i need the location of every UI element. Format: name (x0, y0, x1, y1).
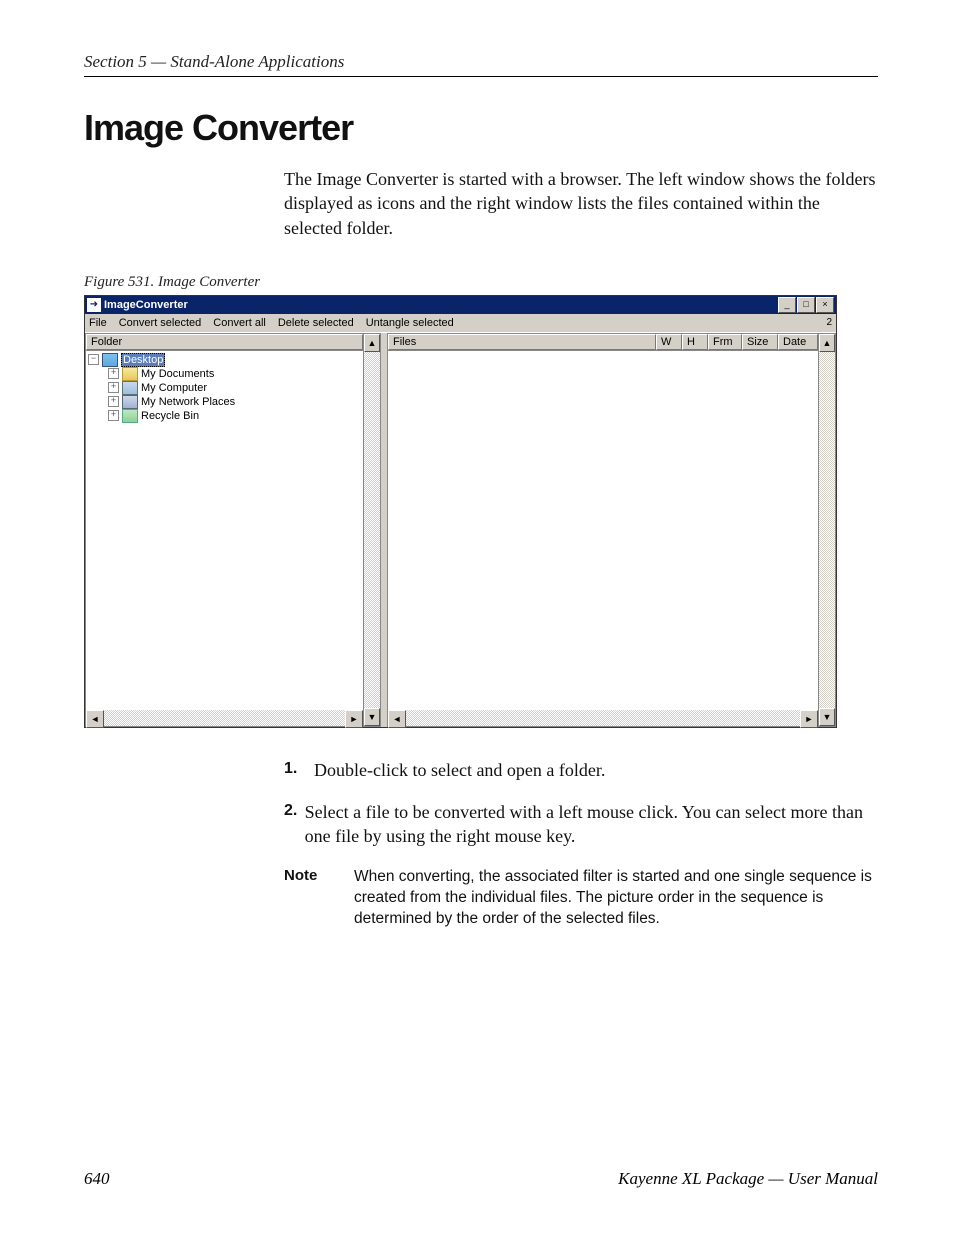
scroll-left-icon[interactable]: ◄ (86, 710, 104, 728)
page-footer: 640 Kayenne XL Package — User Manual (84, 1169, 878, 1189)
note-block: Note When converting, the associated fil… (284, 867, 878, 930)
scroll-track[interactable] (364, 352, 380, 708)
titlebar-title: ImageConverter (104, 299, 778, 311)
tree-label-desktop: Desktop (121, 353, 165, 367)
folder-tree: Desktop My Documents (86, 351, 363, 423)
app-icon: ➜ (87, 298, 101, 312)
tree-node-my-documents[interactable]: My Documents (108, 367, 363, 381)
tree-node-my-computer[interactable]: My Computer (108, 381, 363, 395)
folder-tree-area: Desktop My Documents (86, 351, 363, 710)
tree-node-recycle-bin[interactable]: Recycle Bin (108, 409, 363, 423)
files-pane: Files W H Frm Size Date ◄ ► (387, 333, 836, 727)
step-text: Select a file to be converted with a lef… (305, 800, 878, 849)
folder-pane-header-row: Folder (86, 334, 363, 351)
tree-label: Recycle Bin (141, 410, 199, 422)
tree-label: My Computer (141, 382, 207, 394)
files-column-header-size[interactable]: Size (742, 334, 778, 350)
computer-icon (122, 381, 138, 395)
tree-label: My Documents (141, 368, 214, 380)
step-text: Double-click to select and open a folder… (314, 758, 605, 782)
figure-caption: Figure 531. Image Converter (84, 274, 878, 291)
menubar-corner-indicator: 2 (826, 317, 832, 328)
menu-delete-selected[interactable]: Delete selected (278, 317, 354, 329)
files-column-header-files[interactable]: Files (388, 334, 656, 350)
scroll-right-icon[interactable]: ► (800, 710, 818, 728)
scroll-track[interactable] (104, 710, 345, 726)
scroll-down-icon[interactable]: ▼ (819, 708, 835, 726)
step-number: 1. (284, 758, 314, 782)
page-number: 640 (84, 1169, 110, 1189)
step-2: 2. Select a file to be converted with a … (284, 800, 878, 849)
scroll-right-icon[interactable]: ► (345, 710, 363, 728)
maximize-button[interactable]: □ (797, 297, 815, 313)
minimize-button[interactable]: _ (778, 297, 796, 313)
scroll-up-icon[interactable]: ▲ (819, 334, 835, 352)
step-1: 1. Double-click to select and open a fol… (284, 758, 878, 782)
scroll-track[interactable] (406, 710, 800, 726)
page-title: Image Converter (84, 107, 878, 149)
tree-expando-icon[interactable] (108, 396, 119, 407)
menu-untangle-selected[interactable]: Untangle selected (366, 317, 454, 329)
desktop-icon (102, 353, 118, 367)
scroll-track[interactable] (819, 352, 835, 708)
menubar: File Convert selected Convert all Delete… (85, 314, 836, 333)
book-title: Kayenne XL Package — User Manual (618, 1169, 878, 1189)
titlebar: ➜ ImageConverter _ □ × (85, 296, 836, 314)
tree-expando-icon[interactable] (108, 410, 119, 421)
intro-paragraph: The Image Converter is started with a br… (284, 167, 878, 240)
section-header: Section 5 — Stand-Alone Applications (84, 52, 878, 77)
menu-convert-selected[interactable]: Convert selected (119, 317, 202, 329)
tree-expando-icon[interactable] (88, 354, 99, 365)
step-number: 2. (284, 800, 305, 849)
note-body: When converting, the associated filter i… (354, 867, 878, 930)
tree-node-my-network-places[interactable]: My Network Places (108, 395, 363, 409)
window-controls: _ □ × (778, 297, 834, 313)
steps-block: 1. Double-click to select and open a fol… (284, 758, 878, 930)
panes: Folder Desktop (85, 333, 836, 727)
recycle-icon (122, 409, 138, 423)
files-column-header-frm[interactable]: Frm (708, 334, 742, 350)
menu-convert-all[interactable]: Convert all (213, 317, 266, 329)
app-window: ➜ ImageConverter _ □ × File Convert sele… (84, 295, 837, 728)
files-column-header-w[interactable]: W (656, 334, 682, 350)
note-label: Note (284, 867, 354, 930)
files-column-header-date[interactable]: Date (778, 334, 818, 350)
scroll-left-icon[interactable]: ◄ (388, 710, 406, 728)
scroll-down-icon[interactable]: ▼ (364, 708, 380, 726)
tree-label: My Network Places (141, 396, 235, 408)
folder-icon (122, 367, 138, 381)
files-pane-vscroll[interactable]: ▲ ▼ (818, 334, 835, 726)
network-icon (122, 395, 138, 409)
folder-pane-vscroll[interactable]: ▲ ▼ (363, 334, 380, 726)
files-pane-hscroll[interactable]: ◄ ► (388, 710, 818, 726)
folder-column-header[interactable]: Folder (86, 334, 363, 350)
folder-pane: Folder Desktop (85, 333, 381, 727)
close-button[interactable]: × (816, 297, 834, 313)
menu-file[interactable]: File (89, 317, 107, 329)
files-pane-header-row: Files W H Frm Size Date (388, 334, 818, 351)
scroll-up-icon[interactable]: ▲ (364, 334, 380, 352)
files-list-area (388, 351, 818, 710)
files-column-header-h[interactable]: H (682, 334, 708, 350)
tree-node-desktop[interactable]: Desktop (88, 353, 363, 367)
folder-pane-hscroll[interactable]: ◄ ► (86, 710, 363, 726)
tree-expando-icon[interactable] (108, 382, 119, 393)
tree-expando-icon[interactable] (108, 368, 119, 379)
